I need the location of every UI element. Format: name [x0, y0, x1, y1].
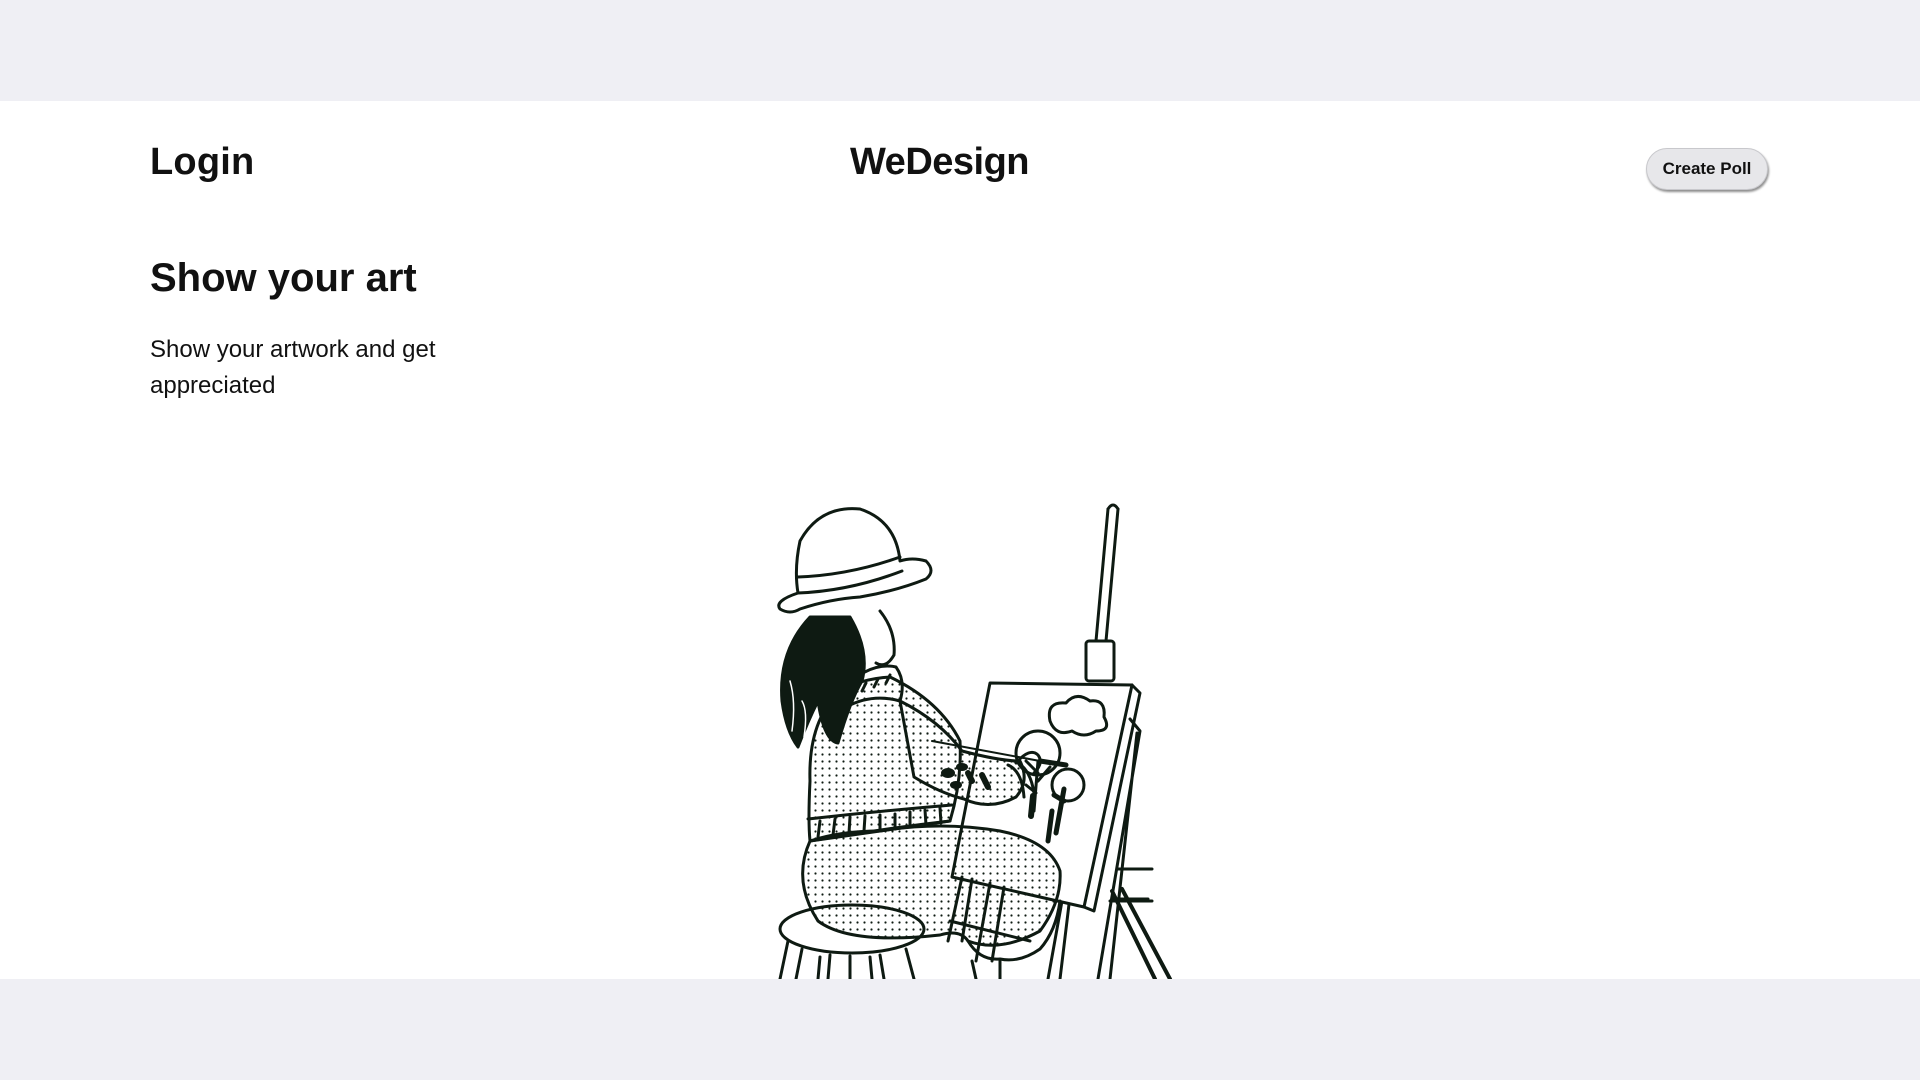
create-poll-button[interactable]: Create Poll — [1646, 148, 1768, 190]
girl-painting-at-easel-icon — [777, 503, 1172, 979]
brand-logo[interactable]: WeDesign — [850, 141, 1030, 184]
hero-description: Show your artwork and get appreciated — [150, 336, 436, 399]
main-page: Login WeDesign Create Poll Show your art… — [0, 101, 1920, 979]
hero-title: Show your art — [150, 256, 417, 300]
login-link[interactable]: Login — [150, 141, 254, 184]
